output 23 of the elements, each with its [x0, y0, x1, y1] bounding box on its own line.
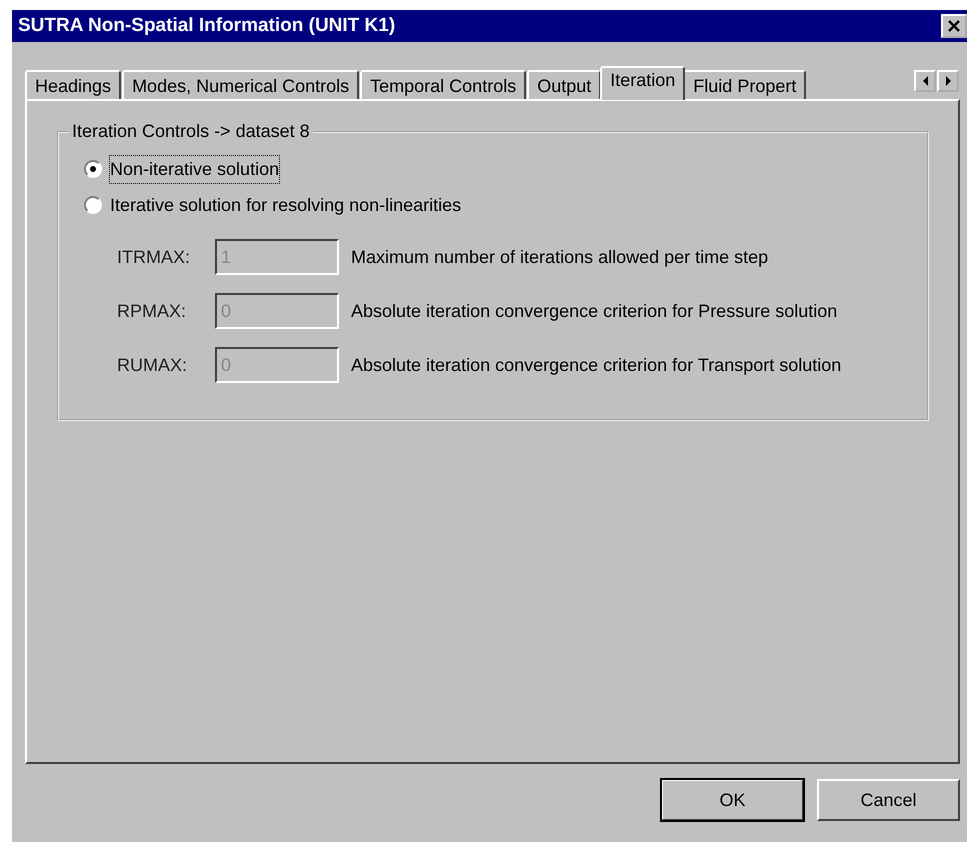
tab[interactable]: Output [527, 70, 602, 100]
tab[interactable]: Iteration [600, 66, 686, 100]
scroll-left-button[interactable] [914, 70, 936, 92]
field-description: Absolute iteration convergence criterion for Transport solution [351, 354, 842, 377]
dialog-button[interactable]: Cancel [817, 779, 960, 821]
close-button[interactable] [941, 14, 967, 38]
field-description: Absolute iteration convergence criterion for Pressure solution [351, 300, 838, 323]
tab[interactable]: Fluid Propert [683, 70, 806, 100]
radio-label[interactable]: Iterative solution for resolving non-linearities [110, 192, 462, 218]
close-icon [947, 20, 961, 32]
tab[interactable]: Temporal Controls [360, 70, 526, 100]
radio-button[interactable] [84, 160, 102, 178]
radio-label[interactable]: Non-iterative solution [110, 156, 280, 182]
radio-button[interactable] [84, 196, 102, 214]
dialog-button[interactable]: OK [661, 779, 804, 821]
field-label: RPMAX: [117, 300, 188, 322]
window-title: SUTRA Non-Spatial Information (UNIT K1) [18, 14, 396, 38]
field-description: Maximum number of iterations allowed per time step [351, 246, 768, 269]
field-label: ITRMAX: [117, 246, 192, 268]
scroll-right-button[interactable] [937, 70, 959, 92]
tab[interactable]: Headings [25, 70, 122, 100]
field-label: RUMAX: [117, 354, 188, 376]
tab[interactable]: Modes, Numerical Controls [122, 70, 360, 100]
